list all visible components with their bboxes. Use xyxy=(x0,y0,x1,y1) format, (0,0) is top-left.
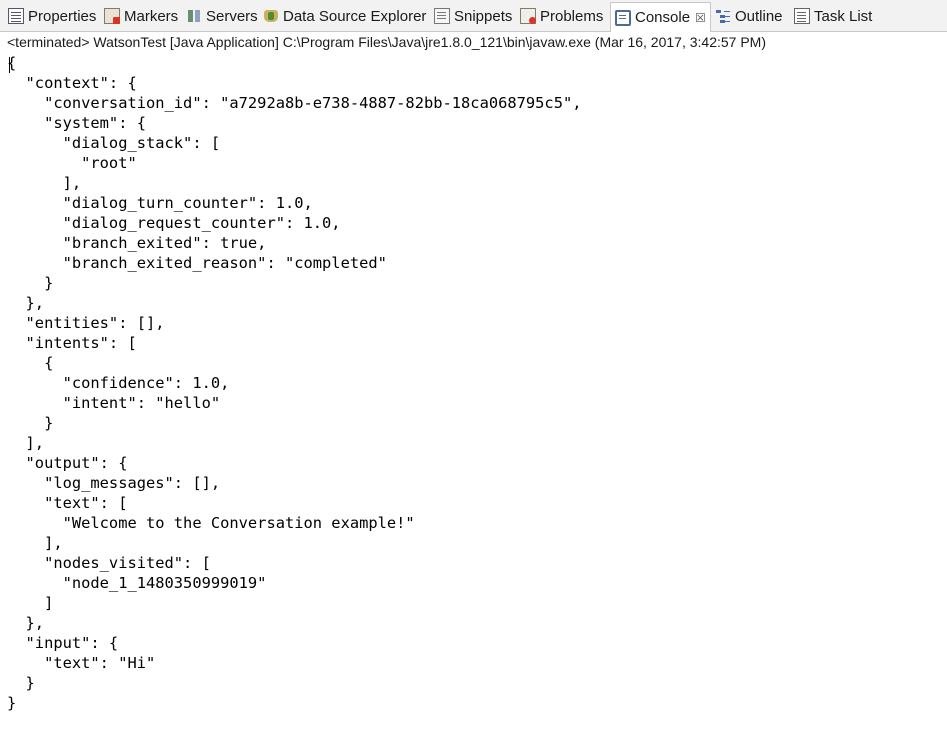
tab-console[interactable]: Console ☒ xyxy=(610,2,711,32)
console-line: "text": "Hi" xyxy=(7,654,156,672)
console-line: "root" xyxy=(7,154,137,172)
console-line: "intents": [ xyxy=(7,334,137,352)
console-line: "input": { xyxy=(7,634,119,652)
console-line: "system": { xyxy=(7,114,146,132)
console-line: "Welcome to the Conversation example!" xyxy=(7,514,415,532)
tab-problems[interactable]: Problems xyxy=(520,5,603,27)
tab-data-source-explorer[interactable]: Data Source Explorer xyxy=(263,5,426,27)
tab-markers[interactable]: Markers xyxy=(104,5,178,27)
console-line: "node_1_1480350999019" xyxy=(7,574,267,592)
view-tab-bar: Properties Markers Servers Data Source E… xyxy=(0,0,947,32)
console-line: "branch_exited": true, xyxy=(7,234,267,252)
console-line: ] xyxy=(7,594,54,612)
tab-label: Outline xyxy=(735,7,783,25)
console-line: ], xyxy=(7,434,45,452)
console-line: ], xyxy=(7,174,82,192)
console-output[interactable]: { "context": { "conversation_id": "a7292… xyxy=(7,53,942,753)
servers-icon xyxy=(186,8,202,24)
console-line: "log_messages": [], xyxy=(7,474,221,492)
properties-icon xyxy=(8,8,24,24)
problems-icon xyxy=(520,8,536,24)
console-line: "dialog_stack": [ xyxy=(7,134,221,152)
console-line: "confidence": 1.0, xyxy=(7,374,230,392)
console-line: }, xyxy=(7,614,45,632)
process-status-line: <terminated> WatsonTest [Java Applicatio… xyxy=(7,34,766,50)
tab-snippets[interactable]: Snippets xyxy=(434,5,512,27)
outline-icon xyxy=(715,8,731,24)
console-line: "output": { xyxy=(7,454,128,472)
tab-label: Data Source Explorer xyxy=(283,7,427,25)
data-source-explorer-icon xyxy=(263,8,279,24)
markers-icon xyxy=(104,8,120,24)
tab-servers[interactable]: Servers xyxy=(186,5,258,27)
close-tab-icon[interactable]: ☒ xyxy=(695,11,706,25)
console-line: { xyxy=(7,354,54,372)
tab-label: Problems xyxy=(540,7,604,25)
console-line: "branch_exited_reason": "completed" xyxy=(7,254,387,272)
tab-task-list[interactable]: Task List xyxy=(794,5,872,27)
console-line: } xyxy=(7,414,54,432)
tab-label: Snippets xyxy=(454,7,513,25)
console-line: } xyxy=(7,674,35,692)
console-line: { xyxy=(7,54,17,72)
console-line: "intent": "hello" xyxy=(7,394,221,412)
console-line: "text": [ xyxy=(7,494,128,512)
tab-label: Markers xyxy=(124,7,179,25)
tab-outline[interactable]: Outline xyxy=(715,5,783,27)
console-line: } xyxy=(7,694,17,712)
text-caret xyxy=(9,57,10,73)
console-line: "entities": [], xyxy=(7,314,165,332)
snippets-icon xyxy=(434,8,450,24)
console-line: "context": { xyxy=(7,74,137,92)
tab-label: Servers xyxy=(206,7,258,25)
console-line: "conversation_id": "a7292a8b-e738-4887-8… xyxy=(7,94,582,112)
tab-label: Properties xyxy=(28,7,97,25)
tab-label: Task List xyxy=(814,7,873,25)
tab-properties[interactable]: Properties xyxy=(8,5,96,27)
console-line: ], xyxy=(7,534,63,552)
console-line: "dialog_turn_counter": 1.0, xyxy=(7,194,313,212)
console-icon xyxy=(615,9,631,26)
tab-label: Console xyxy=(635,9,691,26)
task-list-icon xyxy=(794,8,810,24)
console-line: "nodes_visited": [ xyxy=(7,554,211,572)
console-line: }, xyxy=(7,294,45,312)
console-line: } xyxy=(7,274,54,292)
console-line: "dialog_request_counter": 1.0, xyxy=(7,214,341,232)
